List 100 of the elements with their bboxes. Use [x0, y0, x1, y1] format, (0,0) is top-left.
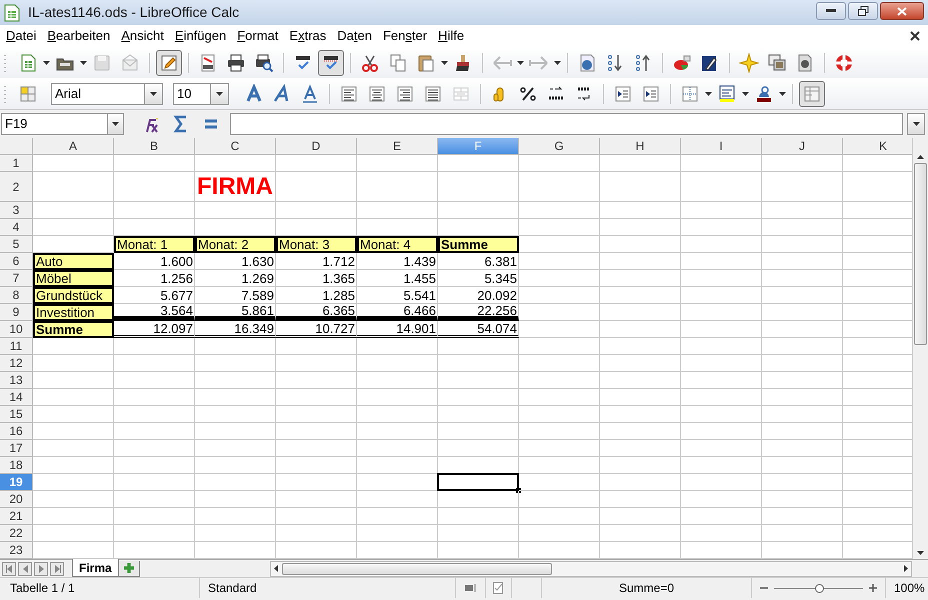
number-cell[interactable]: 1.630	[195, 253, 276, 270]
column-header[interactable]: K	[843, 138, 912, 155]
caret-icon[interactable]	[80, 60, 87, 64]
row-label-cell[interactable]: Auto	[33, 253, 114, 270]
row-header[interactable]: 1	[0, 155, 33, 172]
column-header[interactable]: I	[681, 138, 762, 155]
fill-handle[interactable]	[516, 488, 521, 493]
grid-lines-button[interactable]	[799, 80, 825, 106]
number-cell[interactable]: 1.712	[276, 253, 357, 270]
menu-item[interactable]: Einfügen	[174, 26, 226, 46]
row-header[interactable]: 18	[0, 457, 33, 474]
caret-icon[interactable]	[554, 60, 561, 64]
name-box[interactable]: F19	[1, 113, 124, 135]
number-cell[interactable]: 5.541	[357, 287, 438, 304]
row-header[interactable]: 6	[0, 253, 33, 270]
zoom-in-icon[interactable]	[869, 584, 877, 592]
row-header[interactable]: 15	[0, 406, 33, 423]
row-header[interactable]: 16	[0, 423, 33, 440]
vertical-scrollbar[interactable]	[912, 138, 928, 559]
number-cell[interactable]: 7.589	[195, 287, 276, 304]
sheet-nav-button[interactable]	[50, 562, 64, 576]
number-cell[interactable]: 6.365	[276, 304, 357, 321]
number-cell[interactable]: 6.381	[438, 253, 519, 270]
row-header[interactable]: 4	[0, 219, 33, 236]
row-label-cell[interactable]: Investition	[33, 304, 114, 321]
auto-spellcheck-button[interactable]	[318, 50, 344, 76]
column-header[interactable]: C	[195, 138, 276, 155]
menu-item[interactable]: Hilfe	[438, 26, 464, 46]
number-cell[interactable]: 14.901	[357, 321, 438, 338]
row-header[interactable]: 11	[0, 338, 33, 355]
number-cell[interactable]: 54.074	[438, 321, 519, 338]
row-header[interactable]: 23	[0, 542, 33, 559]
sheet-nav-button[interactable]	[18, 562, 32, 576]
caret-icon[interactable]	[43, 60, 50, 64]
column-header[interactable]: A	[33, 138, 114, 155]
row-label-cell[interactable]: Summe	[33, 321, 114, 338]
row-header[interactable]: 8	[0, 287, 33, 304]
scroll-thumb[interactable]	[914, 163, 927, 345]
number-cell[interactable]: 5.677	[114, 287, 195, 304]
row-header[interactable]: 5	[0, 236, 33, 253]
menu-item[interactable]: Datei	[6, 26, 36, 46]
row-header[interactable]: 12	[0, 355, 33, 372]
number-cell[interactable]: 12.097	[114, 321, 195, 338]
column-heading-cell[interactable]: Monat: 3	[276, 236, 357, 253]
font-name-combobox[interactable]: Arial	[51, 82, 163, 104]
menu-item[interactable]: Format	[237, 26, 278, 46]
number-cell[interactable]: 1.455	[357, 270, 438, 287]
font-size-combobox[interactable]: 10	[173, 82, 229, 104]
number-cell[interactable]: 1.439	[357, 253, 438, 270]
pencil-button[interactable]	[156, 50, 182, 76]
row-header[interactable]: 10	[0, 321, 33, 338]
row-header[interactable]: 17	[0, 440, 33, 457]
row-label-cell[interactable]: Möbel	[33, 270, 114, 287]
caret-icon[interactable]	[779, 92, 786, 96]
caret-icon[interactable]	[216, 92, 223, 96]
number-cell[interactable]: 1.285	[276, 287, 357, 304]
menu-item[interactable]: Fenster	[382, 26, 428, 46]
sheet-nav-button[interactable]	[2, 562, 16, 576]
menu-item[interactable]: Extras	[289, 26, 326, 46]
sheet-nav-button[interactable]	[34, 562, 48, 576]
column-header[interactable]: D	[276, 138, 357, 155]
sheet-tab[interactable]: Firma	[72, 559, 119, 577]
menu-item[interactable]: Bearbeiten	[47, 26, 110, 46]
caret-icon[interactable]	[705, 92, 712, 96]
column-heading-cell[interactable]: Monat: 4	[357, 236, 438, 253]
row-header[interactable]: 13	[0, 372, 33, 389]
menu-item[interactable]: Ansicht	[121, 26, 164, 46]
restore-button[interactable]	[848, 2, 878, 20]
caret-icon[interactable]	[517, 60, 524, 64]
number-cell[interactable]: 10.727	[276, 321, 357, 338]
select-all-corner[interactable]	[0, 138, 33, 155]
column-header[interactable]: J	[762, 138, 843, 155]
scroll-thumb[interactable]	[282, 562, 552, 574]
number-cell[interactable]: 6.466	[357, 304, 438, 321]
close-icon[interactable]	[910, 31, 920, 41]
minimize-button[interactable]	[816, 2, 846, 20]
horizontal-scrollbar[interactable]	[270, 560, 912, 576]
number-cell[interactable]: 16.349	[195, 321, 276, 338]
row-header[interactable]: 20	[0, 491, 33, 508]
number-cell[interactable]: 1.269	[195, 270, 276, 287]
row-header[interactable]: 14	[0, 389, 33, 406]
column-heading-cell[interactable]: Monat: 2	[195, 236, 276, 253]
caret-icon[interactable]	[742, 92, 749, 96]
number-cell[interactable]: 3.564	[114, 304, 195, 321]
column-header[interactable]: E	[357, 138, 438, 155]
sheet-title[interactable]: FIRMA	[195, 172, 276, 202]
caret-icon[interactable]	[150, 92, 157, 96]
column-heading-cell[interactable]: Monat: 1	[114, 236, 195, 253]
column-header[interactable]: G	[519, 138, 600, 155]
row-header[interactable]: 7	[0, 270, 33, 287]
row-header[interactable]: 9	[0, 304, 33, 321]
caret-icon[interactable]	[112, 122, 119, 126]
row-header[interactable]: 3	[0, 202, 33, 219]
number-cell[interactable]: 1.256	[114, 270, 195, 287]
expand-formula-button[interactable]	[907, 113, 925, 135]
number-cell[interactable]: 22.256	[438, 304, 519, 321]
close-button[interactable]	[880, 2, 924, 20]
column-heading-cell[interactable]: Summe	[438, 236, 519, 253]
caret-icon[interactable]	[912, 122, 920, 126]
formula-input-field[interactable]	[230, 113, 903, 135]
